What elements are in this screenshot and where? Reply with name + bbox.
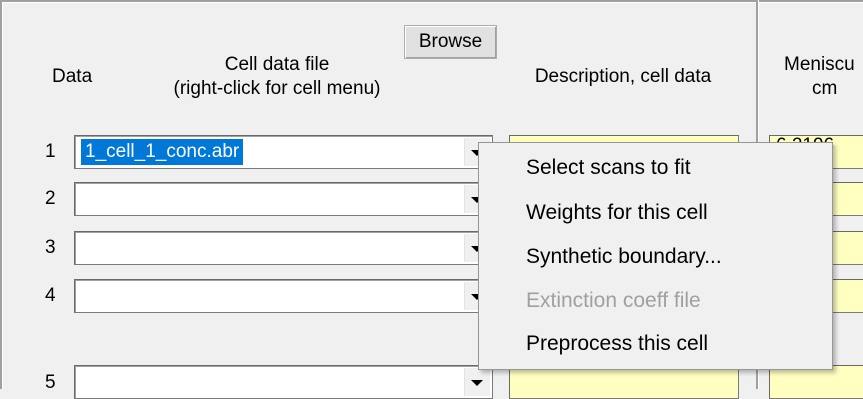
panel-border [2, 2, 863, 3]
row-number: 1 [45, 141, 56, 162]
menu-item-synthetic-boundary[interactable]: Synthetic boundary... [526, 243, 722, 271]
cell-context-menu: Select scans to fit Weights for this cel… [478, 142, 833, 370]
row-number: 5 [45, 372, 56, 393]
cell-file-value: 1_cell_1_conc.abr [79, 138, 245, 166]
browse-button[interactable]: Browse [404, 25, 497, 59]
cell-file-combo-1[interactable]: 1_cell_1_conc.abr [74, 135, 493, 169]
chevron-down-icon [471, 380, 483, 386]
header-data: Data [52, 66, 93, 87]
header-description: Description, cell data [534, 66, 712, 87]
menu-item-select-scans[interactable]: Select scans to fit [526, 154, 691, 182]
row-number: 4 [45, 285, 56, 306]
header-cell-file-line2: (right-click for cell menu) [173, 78, 381, 99]
cell-file-combo-3[interactable] [74, 231, 493, 265]
cell-file-combo-4[interactable] [74, 279, 493, 313]
dropdown-button[interactable] [464, 368, 490, 396]
menu-item-weights[interactable]: Weights for this cell [526, 199, 708, 227]
menu-item-extinction-coeff: Extinction coeff file [526, 289, 701, 312]
header-cell-file-line1: Cell data file [224, 54, 330, 75]
panel-border [2, 2, 3, 389]
meniscus-field-5[interactable] [769, 365, 863, 399]
description-field-5[interactable] [509, 365, 739, 399]
row-number: 3 [45, 237, 56, 258]
cell-file-combo-5[interactable] [74, 365, 493, 399]
cell-file-combo-2[interactable] [74, 182, 493, 216]
header-meniscus-line1: Meniscu [784, 54, 855, 75]
menu-item-preprocess[interactable]: Preprocess this cell [526, 330, 708, 358]
header-meniscus-line2: cm [812, 78, 838, 99]
row-number: 2 [45, 188, 56, 209]
